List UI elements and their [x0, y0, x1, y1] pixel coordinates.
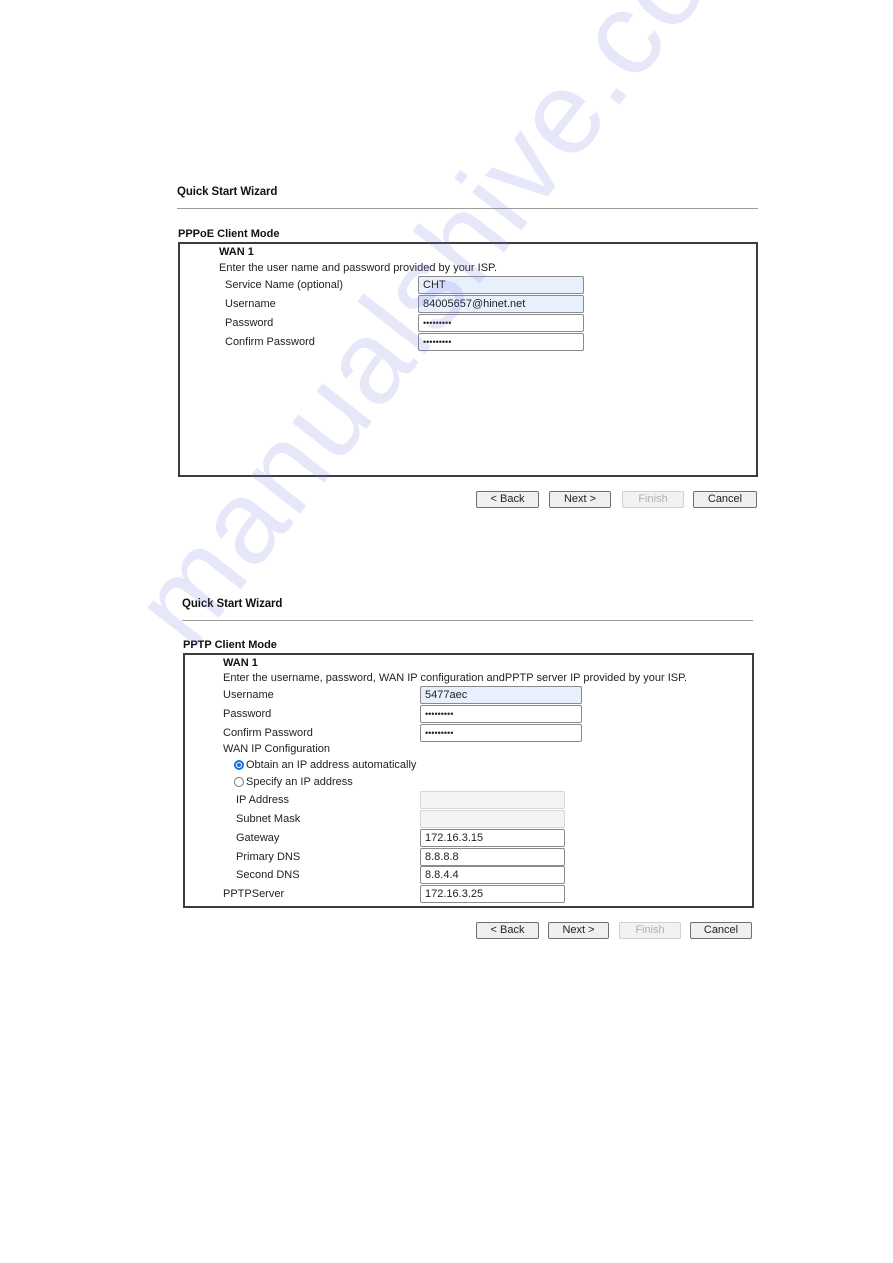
gateway-label: Gateway [236, 832, 280, 844]
primary-dns-input[interactable] [420, 848, 565, 866]
password-label: Password [225, 317, 274, 329]
next-button[interactable]: Next > [548, 922, 609, 939]
primary-dns-label: Primary DNS [236, 851, 301, 863]
confirm-password-input[interactable] [418, 333, 584, 351]
mode-title: PPTP Client Mode [183, 639, 277, 651]
finish-button: Finish [619, 922, 681, 939]
second-dns-input[interactable] [420, 866, 565, 884]
username-label: Username [223, 689, 274, 701]
username-input[interactable] [420, 686, 582, 704]
instructions: Enter the user name and password provide… [219, 262, 498, 274]
specify-ip-label: Specify an IP address [246, 776, 353, 788]
username-label: Username [225, 298, 276, 310]
password-input[interactable] [418, 314, 584, 332]
obtain-ip-auto-label: Obtain an IP address automatically [246, 759, 417, 771]
cancel-button[interactable]: Cancel [693, 491, 757, 508]
cancel-button[interactable]: Cancel [690, 922, 752, 939]
pptp-server-input[interactable] [420, 885, 565, 903]
title-divider [182, 620, 753, 621]
wan-label: WAN 1 [223, 657, 258, 669]
next-button[interactable]: Next > [549, 491, 611, 508]
subnet-mask-input [420, 810, 565, 828]
obtain-ip-auto-option[interactable]: Obtain an IP address automatically [234, 759, 416, 771]
wan-ip-config-label: WAN IP Configuration [223, 743, 330, 755]
title-divider [177, 208, 758, 209]
finish-button: Finish [622, 491, 684, 508]
confirm-password-input[interactable] [420, 724, 582, 742]
instructions: Enter the username, password, WAN IP con… [223, 672, 688, 684]
radio-selected-icon[interactable] [234, 760, 244, 770]
wan-label: WAN 1 [219, 246, 254, 258]
pptp-server-label: PPTPServer [223, 888, 285, 900]
ip-address-input [420, 791, 565, 809]
back-button[interactable]: < Back [476, 922, 539, 939]
password-label: Password [223, 708, 272, 720]
specify-ip-option[interactable]: Specify an IP address [234, 776, 353, 788]
back-button[interactable]: < Back [476, 491, 539, 508]
radio-unselected-icon[interactable] [234, 777, 244, 787]
service-name-label: Service Name (optional) [225, 279, 343, 291]
ip-address-label: IP Address [236, 794, 289, 806]
mode-title: PPPoE Client Mode [178, 228, 280, 240]
subnet-mask-label: Subnet Mask [236, 813, 301, 825]
gateway-input[interactable] [420, 829, 565, 847]
username-input[interactable] [418, 295, 584, 313]
wizard-title: Quick Start Wizard [182, 598, 283, 610]
password-input[interactable] [420, 705, 582, 723]
second-dns-label: Second DNS [236, 869, 300, 881]
confirm-password-label: Confirm Password [223, 727, 313, 739]
wizard-title: Quick Start Wizard [177, 186, 278, 198]
confirm-password-label: Confirm Password [225, 336, 315, 348]
service-name-input[interactable] [418, 276, 584, 294]
